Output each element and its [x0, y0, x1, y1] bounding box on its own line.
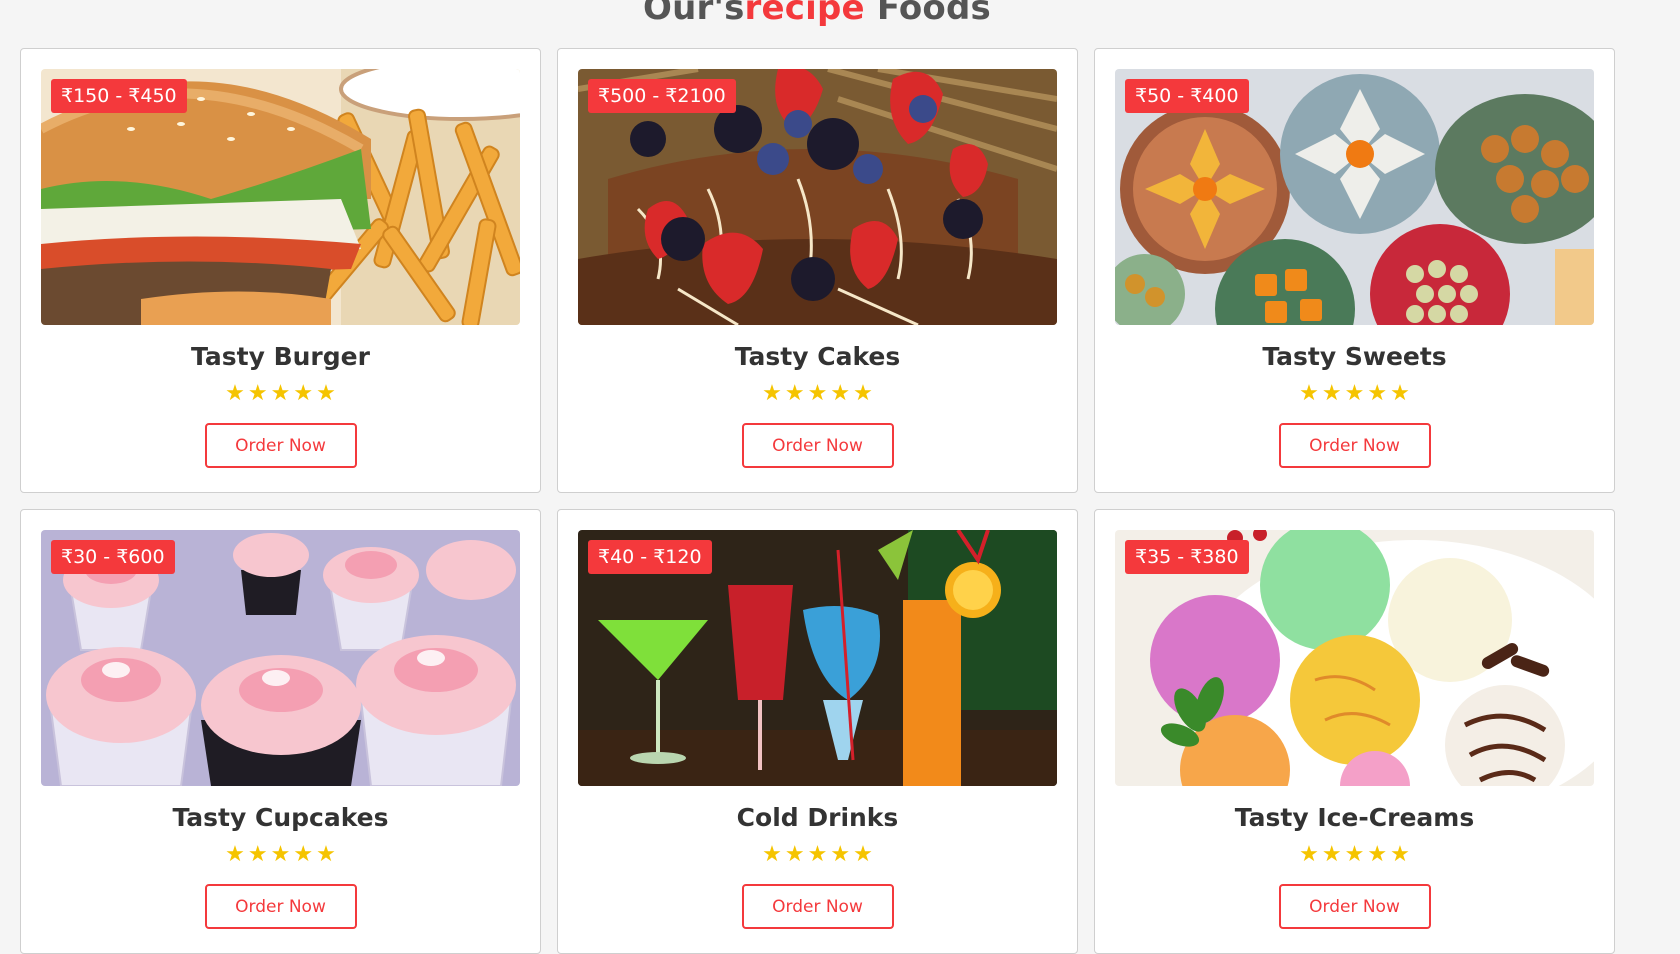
rating-stars: ★ ★ ★ ★ ★	[41, 382, 520, 406]
star-icon: ★	[807, 381, 828, 406]
rating-stars: ★ ★ ★ ★ ★	[1115, 382, 1594, 406]
star-icon: ★	[762, 842, 782, 867]
card-title: Tasty Cakes	[734, 342, 901, 371]
order-now-button[interactable]: Order Now	[204, 884, 357, 929]
rating-stars: ★ ★ ★ ★ ★	[1115, 843, 1594, 867]
star-icon: ★	[293, 842, 314, 867]
star-icon: ★	[807, 842, 828, 867]
card-title: Cold Drinks	[736, 803, 899, 832]
star-icon: ★	[225, 842, 245, 867]
title-prefix: Our's	[643, 0, 745, 28]
card-title: Tasty Cupcakes	[172, 803, 389, 832]
star-icon: ★	[830, 381, 851, 406]
star-icon: ★	[1344, 842, 1365, 867]
page-title: Our'srecipe Foods	[0, 0, 1634, 30]
food-image-cake: ₹500 - ₹2100	[578, 69, 1057, 325]
star-icon: ★	[853, 381, 873, 406]
star-icon: ★	[225, 381, 245, 406]
food-card: ₹35 - ₹380 Tasty Ice-Creams ★ ★ ★ ★ ★ Or…	[1094, 509, 1615, 954]
food-image-drinks: ₹40 - ₹120	[578, 530, 1057, 786]
food-card: ₹40 - ₹120 Cold Drinks ★ ★ ★ ★ ★ Order N…	[557, 509, 1078, 954]
price-badge: ₹50 - ₹400	[1125, 79, 1249, 113]
price-badge: ₹30 - ₹600	[51, 540, 175, 574]
price-badge: ₹35 - ₹380	[1125, 540, 1249, 574]
order-now-button[interactable]: Order Now	[204, 423, 357, 468]
food-card: ₹50 - ₹400 Tasty Sweets ★ ★ ★ ★ ★ Order …	[1094, 48, 1615, 493]
star-icon: ★	[830, 842, 851, 867]
star-icon: ★	[1344, 381, 1365, 406]
card-title: Tasty Ice-Creams	[1234, 803, 1475, 832]
star-icon: ★	[316, 842, 336, 867]
food-image-ice-creams: ₹35 - ₹380	[1115, 530, 1594, 786]
star-icon: ★	[293, 381, 314, 406]
star-icon: ★	[270, 842, 291, 867]
star-icon: ★	[1367, 842, 1388, 867]
star-icon: ★	[1390, 381, 1410, 406]
star-icon: ★	[1299, 381, 1319, 406]
food-image-burger: ₹150 - ₹450	[41, 69, 520, 325]
food-grid: ₹150 - ₹450 Tasty Burger ★ ★ ★ ★ ★ Order…	[20, 48, 1615, 954]
card-title: Tasty Sweets	[1262, 342, 1447, 371]
star-icon: ★	[1321, 842, 1342, 867]
rating-stars: ★ ★ ★ ★ ★	[41, 843, 520, 867]
food-card: ₹150 - ₹450 Tasty Burger ★ ★ ★ ★ ★ Order…	[20, 48, 541, 493]
star-icon: ★	[247, 381, 268, 406]
title-suffix: Foods	[864, 0, 991, 28]
star-icon: ★	[853, 842, 873, 867]
card-title: Tasty Burger	[191, 342, 370, 371]
star-icon: ★	[1367, 381, 1388, 406]
food-image-sweets: ₹50 - ₹400	[1115, 69, 1594, 325]
rating-stars: ★ ★ ★ ★ ★	[578, 843, 1057, 867]
price-badge: ₹40 - ₹120	[588, 540, 712, 574]
star-icon: ★	[762, 381, 782, 406]
star-icon: ★	[316, 381, 336, 406]
title-accent: recipe	[744, 0, 865, 28]
order-now-button[interactable]: Order Now	[1278, 884, 1431, 929]
food-card: ₹500 - ₹2100 Tasty Cakes ★ ★ ★ ★ ★ Order…	[557, 48, 1078, 493]
star-icon: ★	[1299, 842, 1319, 867]
star-icon: ★	[1321, 381, 1342, 406]
star-icon: ★	[247, 842, 268, 867]
star-icon: ★	[784, 381, 805, 406]
star-icon: ★	[784, 842, 805, 867]
price-badge: ₹150 - ₹450	[51, 79, 187, 113]
food-image-cupcakes: ₹30 - ₹600	[41, 530, 520, 786]
star-icon: ★	[270, 381, 291, 406]
food-card: ₹30 - ₹600 Tasty Cupcakes ★ ★ ★ ★ ★ Orde…	[20, 509, 541, 954]
order-now-button[interactable]: Order Now	[741, 423, 894, 468]
rating-stars: ★ ★ ★ ★ ★	[578, 382, 1057, 406]
order-now-button[interactable]: Order Now	[741, 884, 894, 929]
star-icon: ★	[1390, 842, 1410, 867]
order-now-button[interactable]: Order Now	[1278, 423, 1431, 468]
price-badge: ₹500 - ₹2100	[588, 79, 736, 113]
